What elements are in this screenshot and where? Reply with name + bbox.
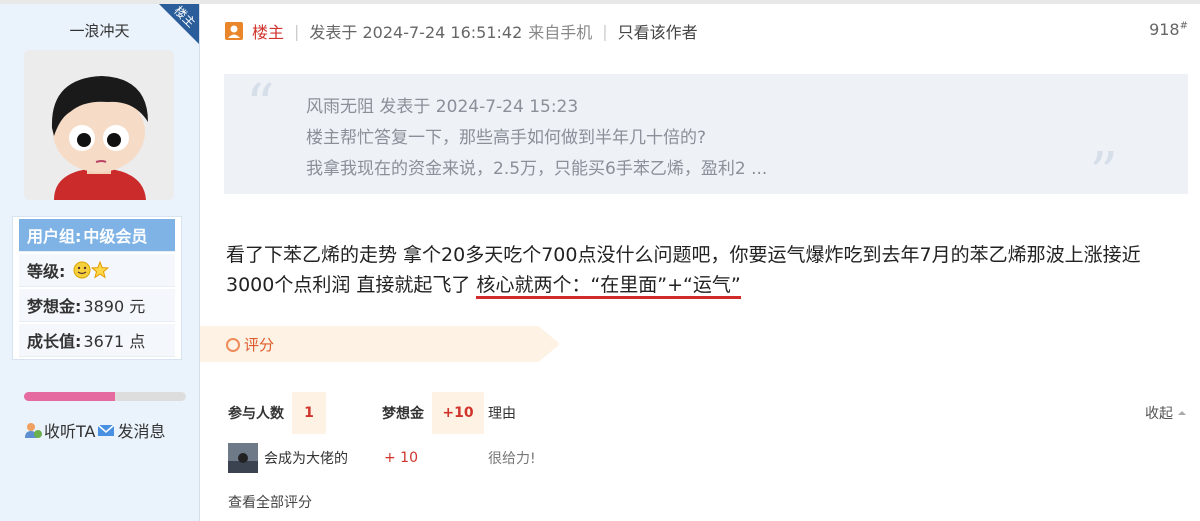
view-all-ratings-link[interactable]: 查看全部评分 xyxy=(228,492,312,512)
owner-badge: 楼主 xyxy=(159,4,199,44)
smiley-icon xyxy=(73,261,91,279)
participants-label: 参与人数 xyxy=(228,406,284,422)
rater-reason: 很给力! xyxy=(488,451,536,467)
post-header: 楼主 | 发表于 2024-7-24 16:51:42 来自手机 | 只看该作者 xyxy=(224,18,698,44)
post-content: 看了下苯乙烯的走势 拿个20多天吃个700点没什么问题吧，你要运气爆炸吃到去年7… xyxy=(226,240,1186,300)
participants-count: 1 xyxy=(292,392,326,434)
message-button[interactable]: 发消息 xyxy=(97,418,166,442)
collapse-button[interactable]: 收起 xyxy=(1145,392,1188,434)
close-quote-icon: ” xyxy=(1089,141,1118,206)
quote-line: 楼主帮忙答复一下，那些高手如何做到半年几十倍的? xyxy=(306,128,707,148)
owner-label: 楼主 xyxy=(252,23,285,42)
avatar-illustration xyxy=(24,50,174,200)
rater-amount: + 10 xyxy=(384,450,418,466)
rate-button[interactable]: 评分 xyxy=(200,326,560,362)
dream-gold-row: 梦想金: 3890 元 xyxy=(19,289,175,322)
user-group-row: 用户组: 中级会员 xyxy=(19,219,175,252)
quote-line: 我拿我现在的资金来说，2.5万，只能买6手苯乙烯，盈利2 ... xyxy=(306,159,768,179)
highlighted-text: 核心就两个：“在里面”+“运气” xyxy=(476,274,741,299)
author-sidebar: 一浪冲天 楼主 用户组: 中级会员 等级: 梦想金: 3890 元 成长值: 3… xyxy=(0,4,200,521)
owner-icon xyxy=(225,22,243,40)
follow-button[interactable]: 收听TA xyxy=(24,418,95,442)
growth-row: 成长值: 3671 点 xyxy=(19,324,175,357)
rater-avatar xyxy=(228,443,258,473)
open-quote-icon: “ xyxy=(246,73,275,138)
rater[interactable]: 会成为大佬的 xyxy=(228,442,348,474)
rate-circle-icon xyxy=(226,338,240,352)
author-info-box: 用户组: 中级会员 等级: 梦想金: 3890 元 成长值: 3671 点 xyxy=(12,216,182,360)
currency-label: 梦想金 xyxy=(382,406,424,422)
post-source: 来自手机 xyxy=(528,23,593,42)
quote-meta: 风雨无阻 发表于 2024-7-24 15:23 xyxy=(306,97,579,117)
rating-header: 参与人数 1 梦想金 +10 理由 收起 xyxy=(224,392,1188,434)
level-row: 等级: xyxy=(19,254,175,287)
post-main: 楼主 | 发表于 2024-7-24 16:51:42 来自手机 | 只看该作者… xyxy=(200,4,1200,521)
divider: | xyxy=(294,21,300,41)
reason-label: 理由 xyxy=(488,406,516,422)
divider: | xyxy=(602,21,608,41)
growth-progress-bar xyxy=(24,392,186,401)
star-icon xyxy=(91,261,110,279)
post-time: 发表于 2024-7-24 16:51:42 xyxy=(309,23,523,42)
currency-total: +10 xyxy=(432,392,484,434)
rating-row: 会成为大佬的 + 10 很给力! xyxy=(224,442,1188,474)
only-author-link[interactable]: 只看该作者 xyxy=(618,19,698,43)
follow-icon xyxy=(25,423,42,438)
envelope-icon xyxy=(97,424,115,436)
floor-number[interactable]: 918# xyxy=(1149,20,1188,39)
quote-block: “ 风雨无阻 发表于 2024-7-24 15:23 楼主帮忙答复一下，那些高手… xyxy=(224,73,1188,202)
caret-up-icon xyxy=(1178,411,1186,415)
author-actions: 收听TA 发消息 xyxy=(24,418,166,442)
avatar[interactable] xyxy=(24,50,174,200)
